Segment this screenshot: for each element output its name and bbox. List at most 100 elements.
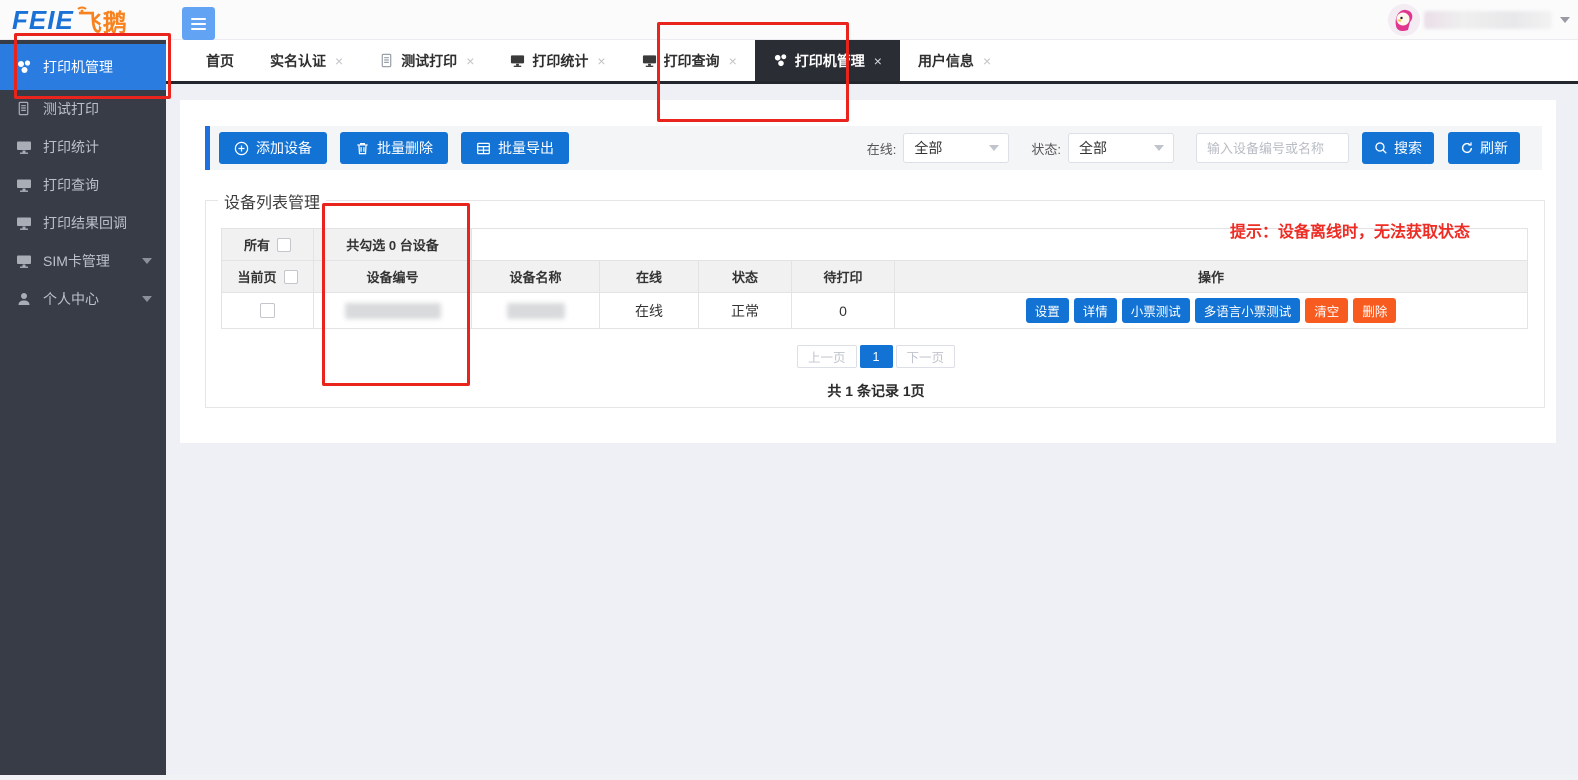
user-caret-icon bbox=[1560, 17, 1570, 23]
device-search-input[interactable] bbox=[1196, 133, 1349, 163]
tab-test-print[interactable]: 测试打印 × bbox=[361, 40, 492, 81]
tab-bar: 首页 实名认证 × 测试打印 × 打印统计 × 打印查询 × bbox=[166, 40, 1578, 84]
monitor-icon bbox=[642, 53, 657, 68]
tab-print-query[interactable]: 打印查询 × bbox=[624, 40, 755, 81]
sidebar-item-label: 打印机管理 bbox=[43, 57, 113, 77]
add-device-label: 添加设备 bbox=[256, 138, 312, 158]
batch-export-button[interactable]: 批量导出 bbox=[461, 132, 569, 164]
monitor-icon bbox=[16, 139, 32, 155]
tab-label: 用户信息 bbox=[918, 51, 974, 71]
refresh-icon bbox=[1460, 141, 1474, 155]
tab-label: 实名认证 bbox=[270, 51, 326, 71]
pagination: 上一页 1 下一页 bbox=[206, 345, 1546, 368]
sidebar-item-print-callback[interactable]: 打印结果回调 bbox=[0, 204, 166, 242]
delete-button[interactable]: 删除 bbox=[1353, 298, 1396, 323]
add-device-button[interactable]: 添加设备 bbox=[219, 132, 327, 164]
search-button[interactable]: 搜索 bbox=[1362, 132, 1434, 164]
sidebar-item-label: 测试打印 bbox=[43, 99, 99, 119]
row-checkbox[interactable] bbox=[260, 303, 275, 318]
sidebar-item-personal-center[interactable]: 个人中心 bbox=[0, 280, 166, 318]
batch-delete-button[interactable]: 批量删除 bbox=[340, 132, 448, 164]
sidebar-item-print-stats[interactable]: 打印统计 bbox=[0, 128, 166, 166]
search-label: 搜索 bbox=[1394, 138, 1422, 158]
row-device-number bbox=[314, 293, 472, 329]
table-row: 在线 正常 0 设置 详情 小票测试 多语言小票测试 清空 删除 bbox=[222, 293, 1528, 329]
clear-button[interactable]: 清空 bbox=[1305, 298, 1348, 323]
selected-count-text: 共勾选 0 台设备 bbox=[346, 238, 438, 253]
chevron-down-icon bbox=[142, 296, 152, 302]
status-filter-select[interactable]: 全部 bbox=[1068, 133, 1174, 163]
close-icon[interactable]: × bbox=[466, 53, 474, 69]
sidebar-item-print-query[interactable]: 打印查询 bbox=[0, 166, 166, 204]
user-icon bbox=[16, 291, 32, 307]
filter-bar: 在线: 全部 状态: 全部 搜索 bbox=[867, 132, 1542, 164]
chevron-down-icon bbox=[1154, 145, 1164, 151]
tab-printer-manage[interactable]: 打印机管理 × bbox=[755, 40, 900, 81]
status-filter-label: 状态: bbox=[1031, 139, 1061, 158]
close-icon[interactable]: × bbox=[597, 53, 605, 69]
settings-button[interactable]: 设置 bbox=[1026, 298, 1069, 323]
col-pending: 待打印 bbox=[792, 261, 895, 293]
tab-user-info[interactable]: 用户信息 × bbox=[900, 40, 1009, 81]
multilang-receipt-test-button[interactable]: 多语言小票测试 bbox=[1195, 298, 1301, 323]
sidebar-item-label: 打印结果回调 bbox=[43, 213, 127, 233]
selected-count-cell: 共勾选 0 台设备 bbox=[314, 229, 472, 261]
toolbar: 添加设备 批量删除 批量导出 在线: 全部 状态: bbox=[205, 126, 1542, 170]
trash-icon bbox=[355, 141, 370, 156]
prev-page-button[interactable]: 上一页 bbox=[797, 345, 857, 368]
close-icon[interactable]: × bbox=[335, 53, 343, 69]
device-name-redacted bbox=[507, 303, 565, 319]
col-device-name: 设备名称 bbox=[472, 261, 600, 293]
col-online: 在线 bbox=[600, 261, 699, 293]
table-export-icon bbox=[476, 141, 491, 156]
search-icon bbox=[1374, 141, 1388, 155]
row-online-status: 在线 bbox=[600, 293, 699, 329]
online-filter-select[interactable]: 全部 bbox=[903, 133, 1009, 163]
document-icon bbox=[379, 53, 394, 68]
offline-tip-text: 提示：设备离线时，无法获取状态 bbox=[1230, 218, 1470, 242]
status-filter-value: 全部 bbox=[1079, 138, 1107, 158]
sidebar-item-label: 打印查询 bbox=[43, 175, 99, 195]
row-actions: 设置 详情 小票测试 多语言小票测试 清空 删除 bbox=[895, 298, 1527, 323]
sidebar-item-test-print[interactable]: 测试打印 bbox=[0, 90, 166, 128]
row-select-cell bbox=[222, 293, 314, 329]
sidebar-item-sim-manage[interactable]: SIM卡管理 bbox=[0, 242, 166, 280]
select-all-checkbox[interactable] bbox=[277, 238, 291, 252]
wifi-icon bbox=[75, 2, 89, 12]
tab-label: 打印统计 bbox=[532, 51, 588, 71]
tab-home[interactable]: 首页 bbox=[188, 40, 252, 81]
details-button[interactable]: 详情 bbox=[1074, 298, 1117, 323]
sidebar-item-printer-manage[interactable]: 打印机管理 bbox=[0, 44, 166, 90]
section-title: 设备列表管理 bbox=[218, 189, 326, 213]
select-page-label: 当前页 bbox=[237, 270, 276, 285]
monitor-icon bbox=[16, 253, 32, 269]
online-filter-value: 全部 bbox=[914, 138, 942, 158]
tab-print-stats[interactable]: 打印统计 × bbox=[492, 40, 623, 81]
refresh-button[interactable]: 刷新 bbox=[1448, 132, 1520, 164]
chevron-down-icon bbox=[142, 258, 152, 264]
avatar[interactable] bbox=[1388, 4, 1420, 36]
user-menu[interactable] bbox=[1388, 0, 1570, 40]
close-icon[interactable]: × bbox=[983, 53, 991, 69]
next-page-button[interactable]: 下一页 bbox=[896, 345, 956, 368]
receipt-test-button[interactable]: 小票测试 bbox=[1122, 298, 1190, 323]
close-icon[interactable]: × bbox=[874, 53, 882, 69]
sidebar-item-label: 个人中心 bbox=[43, 289, 99, 309]
refresh-label: 刷新 bbox=[1480, 138, 1508, 158]
sidebar-toggle-button[interactable] bbox=[182, 7, 215, 40]
close-icon[interactable]: × bbox=[729, 53, 737, 69]
printer-manage-icon bbox=[773, 53, 788, 68]
brand-logo-en: FEIE bbox=[12, 5, 74, 36]
col-status: 状态 bbox=[699, 261, 792, 293]
current-page-button[interactable]: 1 bbox=[860, 345, 893, 368]
batch-export-label: 批量导出 bbox=[498, 138, 554, 158]
tab-label: 首页 bbox=[206, 51, 234, 71]
row-actions-cell: 设置 详情 小票测试 多语言小票测试 清空 删除 bbox=[895, 293, 1528, 329]
brand-logo[interactable]: FEIE 飞鹅 bbox=[12, 5, 128, 35]
plus-circle-icon bbox=[234, 141, 249, 156]
select-page-checkbox[interactable] bbox=[284, 270, 298, 284]
tab-real-name-auth[interactable]: 实名认证 × bbox=[252, 40, 361, 81]
sidebar-nav: 打印机管理 测试打印 打印统计 打印查询 打印结果回调 bbox=[0, 40, 166, 775]
monitor-icon bbox=[16, 215, 32, 231]
top-header: FEIE 飞鹅 bbox=[0, 0, 1578, 40]
